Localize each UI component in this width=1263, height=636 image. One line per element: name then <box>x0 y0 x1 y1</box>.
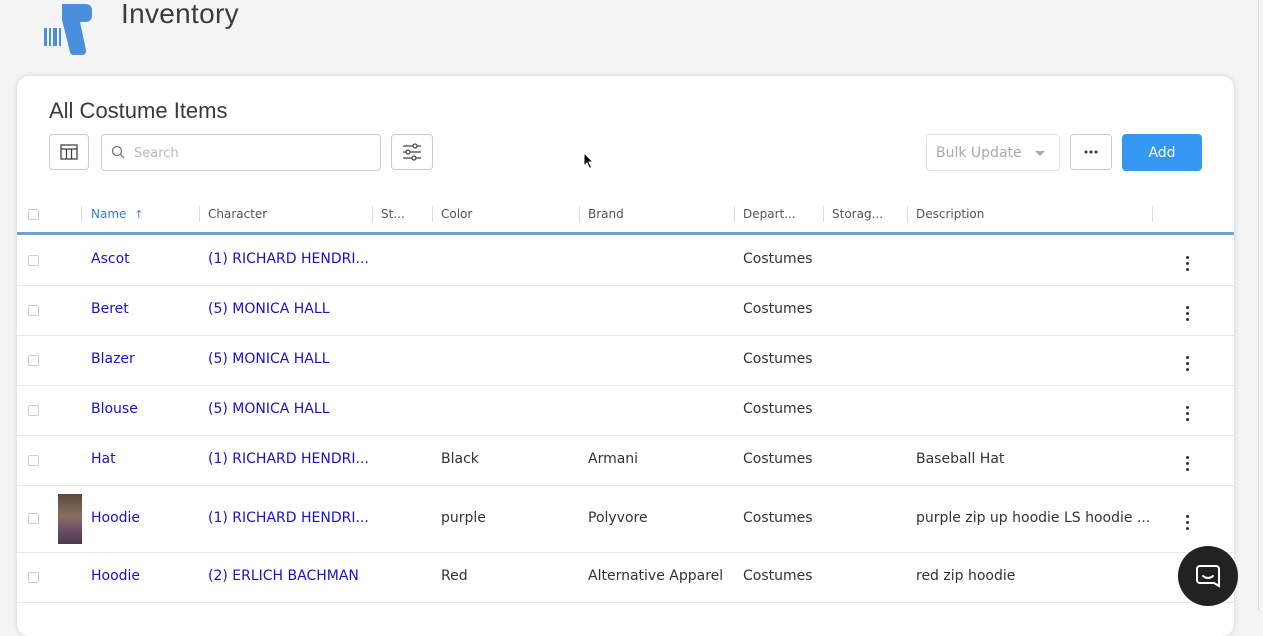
table-row[interactable]: Beret (5) MONICA HALL Costumes <box>17 285 1234 336</box>
bulk-update-label: Bulk Update <box>936 144 1022 161</box>
column-separator <box>823 206 824 222</box>
col-storage-header[interactable]: Storag... <box>832 207 883 221</box>
row-checkbox[interactable] <box>28 572 39 583</box>
department-cell: Costumes <box>743 251 813 267</box>
color-cell: purple <box>441 510 486 526</box>
character-link[interactable]: (1) RICHARD HENDRI... <box>208 251 369 267</box>
col-name-label: Name <box>91 207 127 221</box>
items-card: All Costume Items Bulk Update <box>17 76 1234 636</box>
brand-cell: Alternative Apparel <box>588 568 724 584</box>
row-menu-icon[interactable] <box>1186 306 1190 324</box>
character-link[interactable]: (5) MONICA HALL <box>208 301 330 317</box>
app-title: Inventory <box>121 0 239 29</box>
item-name-link[interactable]: Ascot <box>91 251 130 267</box>
brand-cell: Polyvore <box>588 510 648 526</box>
col-department-header[interactable]: Depart... <box>743 207 796 221</box>
ellipsis-icon <box>1084 150 1098 154</box>
chevron-down-icon <box>1035 151 1045 156</box>
column-separator <box>372 206 373 222</box>
chat-bubble-icon <box>1196 565 1220 588</box>
table-row[interactable]: Hoodie (2) ERLICH BACHMAN Red Alternativ… <box>17 552 1234 603</box>
chat-launcher-button[interactable] <box>1178 546 1238 606</box>
table-row[interactable]: Ascot (1) RICHARD HENDRI... Costumes <box>17 235 1234 286</box>
filter-button[interactable] <box>391 134 433 170</box>
item-name-link[interactable]: Hat <box>91 451 116 467</box>
add-button[interactable]: Add <box>1122 134 1202 171</box>
sort-ascending-icon: ↑ <box>134 208 144 221</box>
row-menu-icon[interactable] <box>1186 456 1190 474</box>
table-columns-icon <box>60 144 78 160</box>
column-separator <box>199 206 200 222</box>
description-cell: red zip hoodie <box>916 568 1016 584</box>
row-checkbox[interactable] <box>28 305 39 316</box>
item-name-link[interactable]: Hoodie <box>91 510 140 526</box>
column-separator <box>81 206 82 222</box>
page-title: All Costume Items <box>49 98 228 123</box>
col-status-header[interactable]: St... <box>381 207 405 221</box>
table-row[interactable]: Hat (1) RICHARD HENDRI... Black Armani C… <box>17 435 1234 486</box>
top-bar: Inventory <box>0 0 1263 72</box>
col-name-header[interactable]: Name ↑ <box>91 207 143 221</box>
select-all-checkbox[interactable] <box>28 209 39 220</box>
table-row[interactable]: Hoodie (1) RICHARD HENDRI... purple Poly… <box>17 485 1234 553</box>
barcode-scanner-icon <box>44 4 92 56</box>
col-brand-header[interactable]: Brand <box>588 207 624 221</box>
row-checkbox[interactable] <box>28 405 39 416</box>
col-description-header[interactable]: Description <box>916 207 984 221</box>
brand-cell: Armani <box>588 451 639 467</box>
column-separator <box>579 206 580 222</box>
department-cell: Costumes <box>743 510 813 526</box>
row-menu-icon[interactable] <box>1186 256 1190 274</box>
character-link[interactable]: (5) MONICA HALL <box>208 401 330 417</box>
description-cell: Baseball Hat <box>916 451 1005 467</box>
row-menu-icon[interactable] <box>1186 515 1190 533</box>
item-name-link[interactable]: Hoodie <box>91 568 140 584</box>
table-header: Name ↑ Character St... Color Brand Depar… <box>17 196 1234 235</box>
color-cell: Red <box>441 568 468 584</box>
item-thumbnail[interactable] <box>58 494 82 544</box>
character-link[interactable]: (2) ERLICH BACHMAN <box>208 568 359 584</box>
department-cell: Costumes <box>743 451 813 467</box>
item-name-link[interactable]: Blouse <box>91 401 138 417</box>
mouse-cursor-icon <box>583 152 595 170</box>
col-character-header[interactable]: Character <box>208 207 267 221</box>
character-link[interactable]: (1) RICHARD HENDRI... <box>208 451 369 467</box>
sliders-icon <box>403 143 421 161</box>
column-separator <box>1152 206 1153 222</box>
description-cell: purple zip up hoodie LS hoodie ... <box>916 510 1151 526</box>
search-icon <box>111 145 125 159</box>
row-menu-icon[interactable] <box>1186 356 1190 374</box>
row-checkbox[interactable] <box>28 355 39 366</box>
table-row[interactable]: Blazer (5) MONICA HALL Costumes <box>17 335 1234 386</box>
col-color-header[interactable]: Color <box>441 207 472 221</box>
table-row[interactable]: Blouse (5) MONICA HALL Costumes <box>17 385 1234 436</box>
column-separator <box>734 206 735 222</box>
department-cell: Costumes <box>743 401 813 417</box>
search-box[interactable] <box>101 134 381 171</box>
row-menu-icon[interactable] <box>1186 406 1190 424</box>
page-scrollbar[interactable] <box>1258 0 1259 610</box>
column-separator <box>432 206 433 222</box>
column-separator <box>907 206 908 222</box>
item-name-link[interactable]: Beret <box>91 301 129 317</box>
row-checkbox[interactable] <box>28 255 39 266</box>
search-input[interactable] <box>132 141 376 166</box>
more-actions-button[interactable] <box>1070 134 1112 170</box>
item-name-link[interactable]: Blazer <box>91 351 135 367</box>
character-link[interactable]: (1) RICHARD HENDRI... <box>208 510 369 526</box>
columns-button[interactable] <box>49 134 89 170</box>
character-link[interactable]: (5) MONICA HALL <box>208 351 330 367</box>
row-checkbox[interactable] <box>28 513 39 524</box>
row-checkbox[interactable] <box>28 455 39 466</box>
bulk-update-select[interactable]: Bulk Update <box>926 134 1060 171</box>
department-cell: Costumes <box>743 568 813 584</box>
department-cell: Costumes <box>743 351 813 367</box>
department-cell: Costumes <box>743 301 813 317</box>
color-cell: Black <box>441 451 479 467</box>
